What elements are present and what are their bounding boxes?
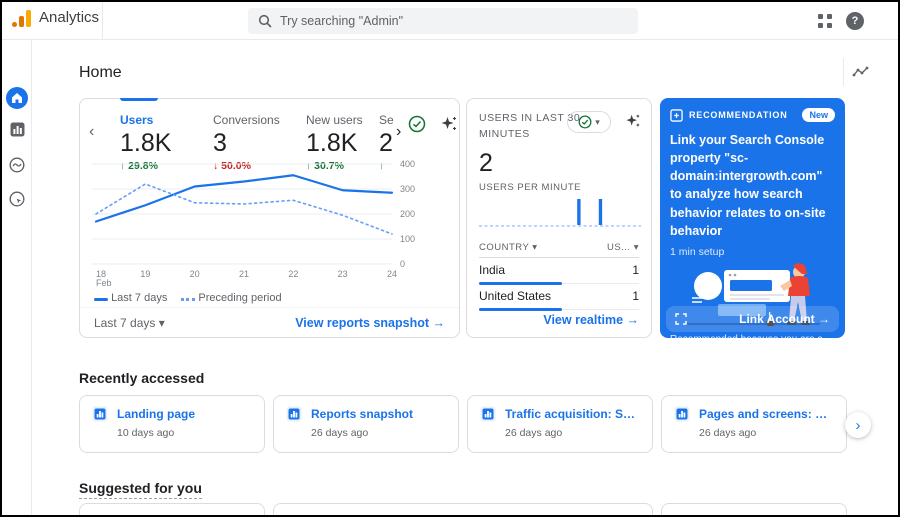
check-circle-icon — [578, 115, 592, 129]
date-range-select[interactable]: Last 7 days ▾ — [94, 316, 165, 330]
report-icon — [674, 406, 690, 422]
users-per-minute-chart — [479, 198, 641, 227]
suggested-card-stub[interactable] — [79, 503, 265, 515]
realtime-card: USERS IN LAST 30 MINUTES ▾ 2 USERS PER M… — [466, 98, 652, 338]
search-placeholder: Try searching "Admin" — [280, 14, 404, 28]
svg-text:300: 300 — [400, 184, 415, 194]
recent-card-traffic-acquisition[interactable]: Traffic acquisition: Session defa... 26 … — [467, 395, 653, 453]
nav-reports[interactable] — [2, 122, 32, 137]
realtime-subtitle: USERS PER MINUTE — [479, 181, 581, 193]
svg-text:20: 20 — [190, 269, 200, 279]
active-metric-indicator — [120, 98, 158, 101]
svg-text:23: 23 — [338, 269, 348, 279]
overview-card: ‹ › Users 1.8K ↑ 29.8% Conversions 3 ↓ 5… — [79, 98, 460, 338]
recommendation-tag: RECOMMENDATION — [689, 110, 788, 120]
view-realtime-link[interactable]: View realtime → — [543, 313, 639, 327]
svg-text:Feb: Feb — [96, 278, 112, 287]
overview-footer: Last 7 days ▾ View reports snapshot → — [80, 307, 459, 337]
link-account-button[interactable]: Link Account → — [666, 306, 839, 332]
nav-explore[interactable] — [2, 157, 32, 173]
svg-text:200: 200 — [400, 209, 415, 219]
recent-card-landing-page[interactable]: Landing page 10 days ago — [79, 395, 265, 453]
setup-time: 1 min setup — [670, 245, 725, 258]
advertising-icon — [9, 191, 25, 207]
report-icon — [92, 406, 108, 422]
expand-icon[interactable] — [675, 313, 687, 325]
home-icon — [6, 87, 28, 109]
svg-text:19: 19 — [140, 269, 150, 279]
add-box-icon — [670, 108, 683, 122]
country-column-header[interactable]: COUNTRY ▾ — [479, 242, 538, 253]
chart-legend: Last 7 days Preceding period — [94, 292, 282, 304]
recently-accessed-title: Recently accessed — [79, 370, 205, 386]
recent-scroll-right-button[interactable]: › — [845, 412, 871, 438]
realtime-users-value: 2 — [479, 148, 493, 177]
explore-icon — [9, 157, 25, 173]
recent-card-pages-and-screens[interactable]: Pages and screens: Page title an... 26 d… — [661, 395, 847, 453]
svg-text:24: 24 — [387, 269, 397, 279]
realtime-table-header: COUNTRY ▾ US... ▾ — [479, 242, 639, 258]
realtime-status-pill[interactable]: ▾ — [567, 111, 611, 133]
bar-chart-icon — [10, 122, 24, 137]
report-icon — [480, 406, 496, 422]
metrics-scroll-right-icon[interactable]: › — [396, 123, 401, 141]
svg-text:400: 400 — [400, 159, 415, 169]
nav-advertising[interactable] — [2, 191, 32, 207]
country-bar — [479, 307, 563, 311]
insights-sparkle-icon[interactable] — [440, 115, 458, 133]
recommendation-title: Link your Search Console property "sc-do… — [670, 133, 826, 238]
country-row-united-states[interactable]: United States 1 — [479, 284, 639, 311]
svg-text:0: 0 — [400, 259, 405, 269]
insights-icon[interactable] — [852, 65, 870, 84]
caret-down-icon: ▾ — [595, 116, 600, 127]
data-quality-check-icon[interactable] — [408, 115, 426, 133]
metrics-scroll-left-icon[interactable]: ‹ — [89, 123, 94, 141]
analytics-home-window: Analytics Try searching "Admin" ? Home ‹… — [0, 0, 900, 517]
help-icon[interactable]: ? — [846, 12, 864, 30]
recent-card-reports-snapshot[interactable]: Reports snapshot 26 days ago — [273, 395, 459, 453]
users-column-header[interactable]: US... ▾ — [607, 242, 639, 253]
apps-grid-icon[interactable] — [818, 14, 832, 28]
svg-text:22: 22 — [288, 269, 298, 279]
view-reports-snapshot-link[interactable]: View reports snapshot → — [295, 316, 445, 330]
suggested-for-you-title: Suggested for you — [79, 480, 202, 499]
new-badge: New — [802, 108, 835, 122]
divider — [843, 58, 844, 86]
svg-text:100: 100 — [400, 234, 415, 244]
topbar-divider — [102, 2, 103, 40]
search-icon — [258, 14, 272, 28]
trend-chart-svg: 010020030040018Feb19 20 21 22 23 24 — [92, 159, 415, 287]
country-row-india[interactable]: India 1 — [479, 258, 639, 285]
legend-solid-swatch — [94, 298, 108, 301]
nav-home[interactable] — [2, 87, 32, 109]
suggested-card-stub[interactable] — [661, 503, 847, 515]
recommendation-note: Recommended because you are a verified — [670, 333, 823, 356]
left-nav-rail: ⚙ — [2, 40, 32, 515]
search-input[interactable]: Try searching "Admin" — [248, 8, 638, 34]
svg-text:21: 21 — [239, 269, 249, 279]
brand-name: Analytics — [39, 9, 100, 26]
suggested-card-stub[interactable] — [273, 503, 653, 515]
realtime-sparkle-icon[interactable] — [625, 113, 641, 134]
recommendation-card: RECOMMENDATION New Link your Search Cons… — [660, 98, 845, 356]
top-bar: Analytics Try searching "Admin" ? — [2, 2, 898, 40]
analytics-logo-icon — [12, 9, 31, 27]
legend-dotted-swatch — [181, 298, 196, 301]
page-title: Home — [79, 64, 122, 81]
report-icon — [286, 406, 302, 422]
brand[interactable]: Analytics — [12, 9, 99, 27]
